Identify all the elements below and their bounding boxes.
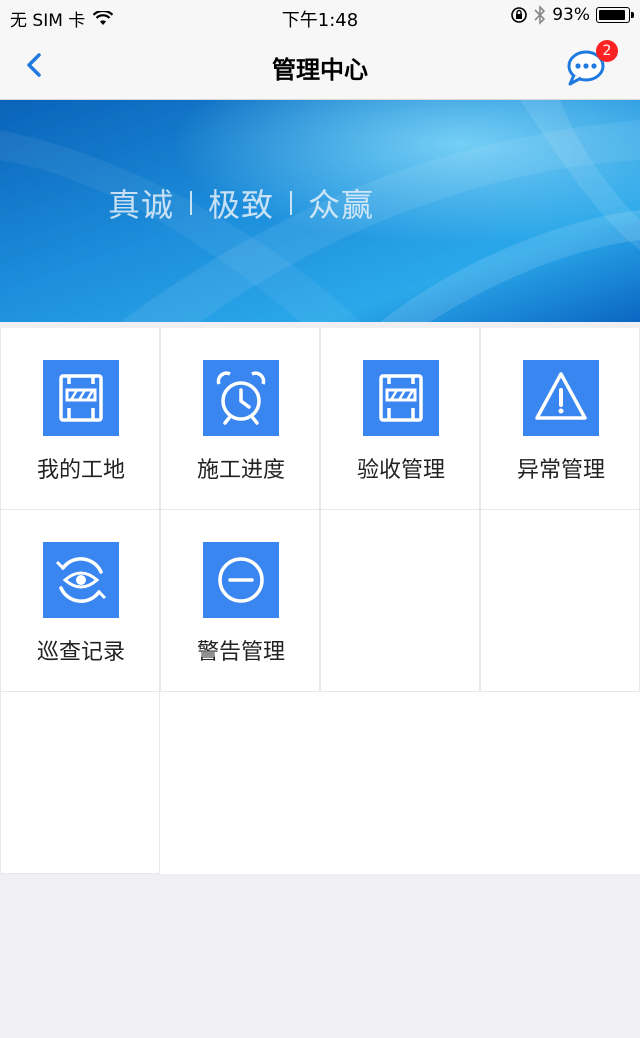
- slogan-word: 真诚: [108, 186, 175, 224]
- grid-item-label: 施工进度: [196, 458, 285, 483]
- slogan-separator: [190, 191, 193, 215]
- banner-slogan: 真诚 极致 众赢: [108, 180, 374, 226]
- banner[interactable]: 真诚 极致 众赢: [0, 100, 640, 322]
- grid-item-label: 验收管理: [356, 458, 445, 483]
- grid-item-label: 巡查记录: [36, 640, 125, 665]
- slogan-word: 极致: [208, 186, 275, 224]
- grid-item-my-site[interactable]: 我的工地: [0, 328, 160, 510]
- grid-item-empty: [320, 510, 480, 692]
- eye-refresh-icon: [43, 542, 119, 618]
- status-bar: 无 SIM 卡 下午1:48 93%: [0, 0, 640, 32]
- warning-triangle-icon: [523, 360, 599, 436]
- minus-circle-icon: [203, 542, 279, 618]
- grid-item-empty: [0, 692, 160, 874]
- slogan-separator: [290, 191, 293, 215]
- back-button[interactable]: [18, 48, 54, 84]
- construction-barrier-icon: [43, 360, 119, 436]
- grid-item-label: 异常管理: [516, 458, 605, 483]
- slogan-word: 众赢: [308, 186, 375, 224]
- grid-item-construction-progress[interactable]: 施工进度: [160, 328, 320, 510]
- message-button[interactable]: 2: [566, 40, 618, 88]
- battery-fill: [598, 9, 625, 20]
- alarm-clock-icon: [203, 360, 279, 436]
- bluetooth-icon: [534, 5, 546, 25]
- grid-item-warning-management[interactable]: 警告管理: [160, 510, 320, 692]
- grid-empty-area: [160, 692, 640, 874]
- grid-item-empty: [480, 510, 640, 692]
- grid-item-acceptance-management[interactable]: 验收管理: [320, 328, 480, 510]
- battery-percent: 93%: [552, 5, 590, 25]
- grid-item-exception-management[interactable]: 异常管理: [480, 328, 640, 510]
- battery-icon: [596, 7, 634, 23]
- nav-bar: 管理中心 2: [0, 32, 640, 100]
- construction-barrier-icon: [363, 360, 439, 436]
- chevron-left-icon: [27, 53, 41, 77]
- message-badge: 2: [596, 40, 618, 62]
- grid-item-label: 警告管理: [196, 640, 285, 665]
- grid-item-label: 我的工地: [36, 458, 125, 483]
- grid-item-inspection-records[interactable]: 巡查记录: [0, 510, 160, 692]
- status-right: 93%: [504, 5, 634, 25]
- orientation-lock-icon: [511, 7, 528, 23]
- page-title: 管理中心: [272, 56, 368, 84]
